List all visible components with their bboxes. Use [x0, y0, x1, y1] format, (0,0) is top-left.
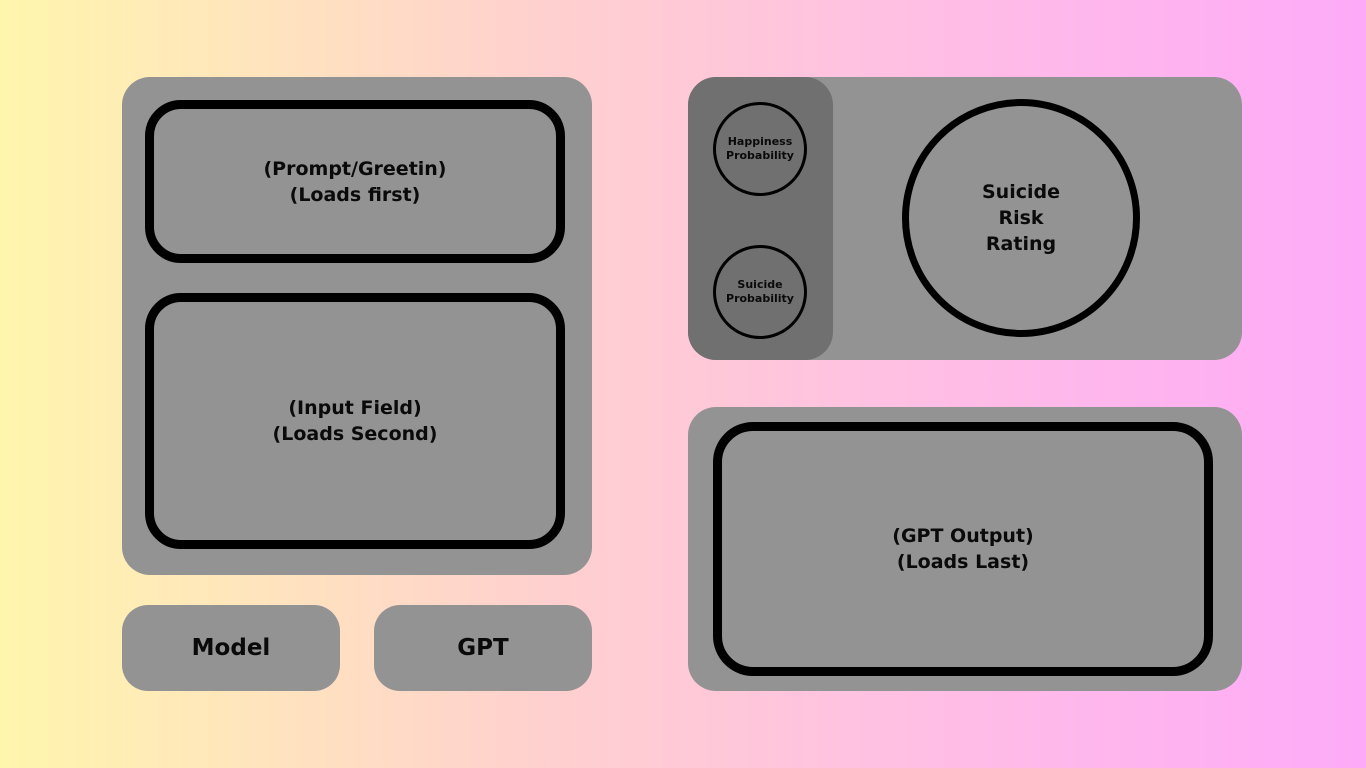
- input-box-line-1: (Input Field): [288, 397, 422, 419]
- input-box-line-2: (Loads Second): [272, 423, 438, 445]
- model-button[interactable]: Model: [122, 605, 340, 691]
- prompt-box-line-1: (Prompt/Greetin): [263, 157, 447, 180]
- gpt-button[interactable]: GPT: [374, 605, 592, 691]
- happiness-line-2: Probability: [726, 149, 794, 162]
- prompt-greeting-box: (Prompt/Greetin) (Loads first): [145, 100, 565, 263]
- input-field-box[interactable]: (Input Field) (Loads Second): [145, 293, 565, 549]
- risk-rating-line-3: Rating: [985, 233, 1057, 255]
- gpt-output-box: (GPT Output) (Loads Last): [713, 422, 1213, 676]
- output-panel: (GPT Output) (Loads Last): [688, 407, 1242, 691]
- suicide-prob-line-1: Suicide: [737, 278, 783, 291]
- suicide-risk-rating-circle: Suicide Risk Rating: [902, 99, 1140, 337]
- happiness-probability-circle: Happiness Probability: [713, 102, 807, 196]
- output-box-line-2: (Loads Last): [896, 551, 1030, 573]
- suicide-probability-circle: Suicide Probability: [713, 245, 807, 339]
- prompt-box-line-2: (Loads first): [289, 183, 421, 206]
- scores-panel: Happiness Probability Suicide Probabilit…: [688, 77, 1242, 360]
- risk-rating-line-1: Suicide: [982, 181, 1060, 203]
- risk-rating-line-2: Risk: [998, 207, 1044, 229]
- suicide-prob-line-2: Probability: [726, 292, 794, 305]
- output-box-line-1: (GPT Output): [892, 525, 1034, 547]
- input-panel: (Prompt/Greetin) (Loads first) (Input Fi…: [122, 77, 592, 575]
- happiness-line-1: Happiness: [727, 135, 793, 148]
